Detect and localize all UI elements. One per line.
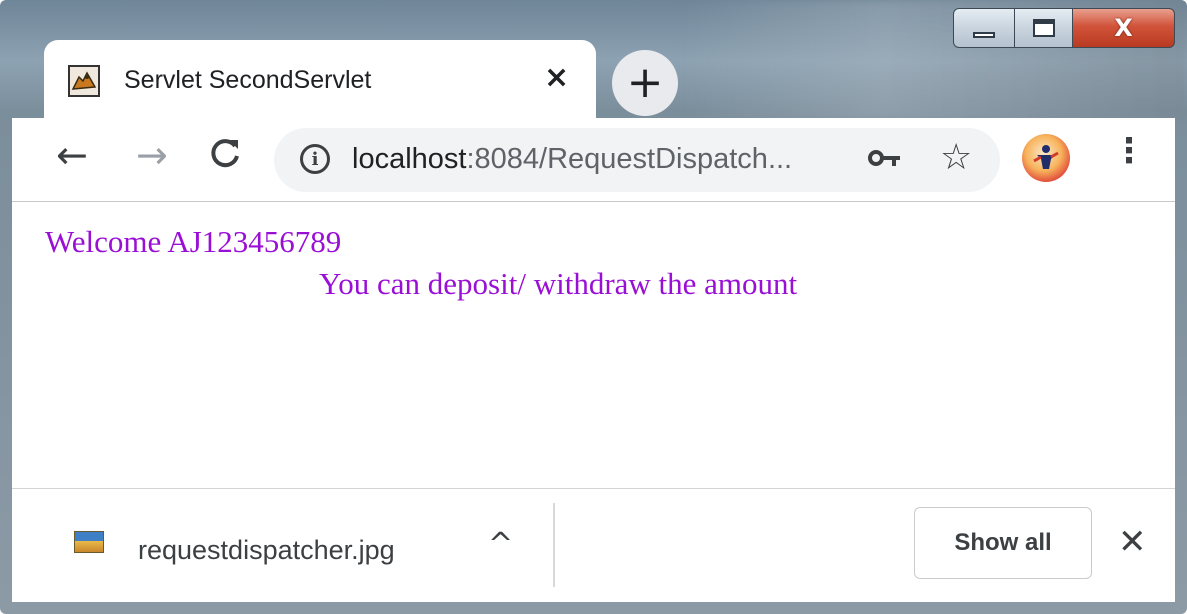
url-path: :8084/RequestDispatch... xyxy=(466,143,793,175)
download-file-name[interactable]: requestdispatcher.jpg xyxy=(138,535,395,566)
page-content: Welcome AJ123456789 You can deposit/ wit… xyxy=(12,202,1175,488)
toolbar: ← → i localhost:8084/RequestDispatch... … xyxy=(12,118,1175,202)
window-controls: X xyxy=(953,8,1175,48)
address-bar[interactable]: i localhost:8084/RequestDispatch... ☆ xyxy=(274,128,1000,192)
new-tab-button[interactable]: + xyxy=(612,50,678,116)
key-icon[interactable] xyxy=(868,140,902,174)
tab-close-icon[interactable]: × xyxy=(544,60,569,95)
download-bar: requestdispatcher.jpg ^ Show all ✕ xyxy=(12,488,1175,602)
close-download-bar-icon[interactable]: ✕ xyxy=(1118,525,1147,559)
browser-window: X Servlet SecondServlet × + ← → i localh… xyxy=(0,0,1187,614)
minimize-icon xyxy=(973,32,995,38)
close-window-button[interactable]: X xyxy=(1073,8,1175,48)
tab-title: Servlet SecondServlet xyxy=(124,66,372,94)
tomcat-icon xyxy=(68,65,100,97)
forward-arrow-icon[interactable]: → xyxy=(136,136,168,174)
minimize-button[interactable] xyxy=(953,8,1015,48)
close-icon: X xyxy=(1114,14,1133,42)
back-arrow-icon[interactable]: ← xyxy=(56,136,88,174)
welcome-text: Welcome AJ123456789 xyxy=(45,224,342,259)
maximize-button[interactable] xyxy=(1015,8,1073,48)
show-all-button[interactable]: Show all xyxy=(914,507,1092,579)
reload-icon[interactable] xyxy=(208,136,242,176)
bookmark-star-icon[interactable]: ☆ xyxy=(940,140,972,176)
divider xyxy=(553,503,555,587)
image-file-icon xyxy=(74,531,104,553)
url-host: localhost xyxy=(352,143,467,175)
info-icon[interactable]: i xyxy=(300,144,330,174)
browser-tab[interactable]: Servlet SecondServlet × xyxy=(44,40,596,120)
menu-dots-icon[interactable]: ⋮ xyxy=(1112,134,1146,168)
deposit-message: You can deposit/ withdraw the amount xyxy=(319,266,798,301)
profile-avatar-icon[interactable] xyxy=(1022,134,1070,182)
maximize-icon xyxy=(1032,19,1055,37)
chevron-up-icon[interactable]: ^ xyxy=(488,527,513,562)
url-text[interactable]: localhost:8084/RequestDispatch... xyxy=(352,143,792,176)
